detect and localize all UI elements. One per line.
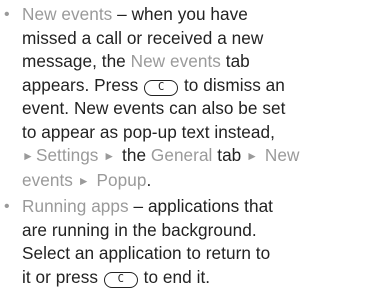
text-line: ►Settings ► the General tab ► New xyxy=(22,144,368,169)
text-line: missed a call or received a new xyxy=(22,27,368,51)
list-item-new-events: • New events – when you have missed a ca… xyxy=(0,3,368,193)
menu-path-item: New xyxy=(265,145,300,165)
text-line: to appear as pop-up text instead, xyxy=(22,121,368,145)
text-line: are running in the background. xyxy=(22,219,368,243)
text-line: events ► Popup. xyxy=(22,169,368,194)
menu-arrow-icon: ► xyxy=(78,174,90,188)
menu-path-item: Popup xyxy=(97,170,147,190)
c-key-icon: C xyxy=(144,80,178,96)
menu-arrow-icon: ► xyxy=(103,149,115,163)
bullet-icon: • xyxy=(4,3,10,27)
bullet-list: • New events – when you have missed a ca… xyxy=(0,3,368,289)
manual-page: • New events – when you have missed a ca… xyxy=(0,0,368,288)
item-title: New events xyxy=(22,4,112,24)
text-line: it or press C to end it. xyxy=(22,266,368,289)
text-line: New events – when you have xyxy=(22,3,368,27)
tab-name: General xyxy=(151,145,213,165)
menu-arrow-icon: ► xyxy=(22,149,34,163)
bullet-icon: • xyxy=(4,195,10,219)
menu-path-item: Settings xyxy=(36,145,99,165)
menu-path-item: events xyxy=(22,170,73,190)
text-line: Running apps – applications that xyxy=(22,195,368,219)
menu-arrow-icon: ► xyxy=(246,149,258,163)
c-key-icon: C xyxy=(104,272,138,288)
text-line: appears. Press C to dismiss an xyxy=(22,74,368,98)
tab-name: New events xyxy=(131,51,221,71)
text-line: message, the New events tab xyxy=(22,50,368,74)
list-item-running-apps: • Running apps – applications that are r… xyxy=(0,195,368,289)
item-title: Running apps xyxy=(22,196,129,216)
text-line: Select an application to return to xyxy=(22,242,368,266)
text-line: event. New events can also be set xyxy=(22,97,368,121)
